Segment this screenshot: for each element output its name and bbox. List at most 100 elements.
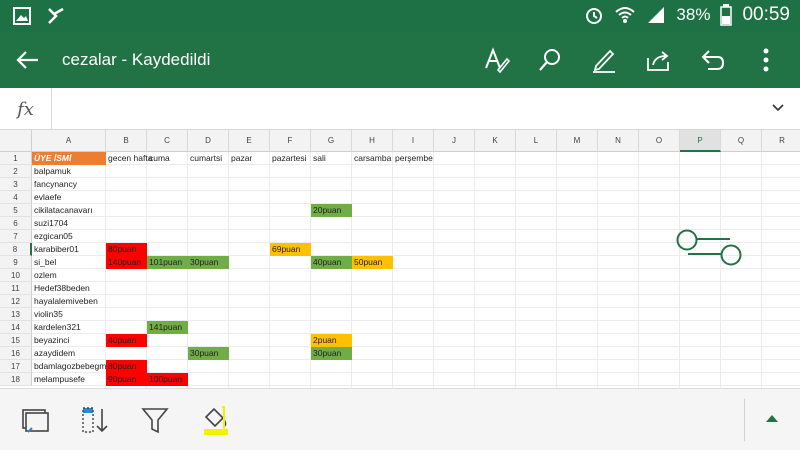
score-cell[interactable]: 40puan bbox=[106, 334, 147, 347]
expand-up-icon[interactable] bbox=[762, 411, 782, 425]
row-header-4[interactable]: 4 bbox=[0, 191, 32, 204]
score-cell[interactable]: 30puan bbox=[188, 347, 229, 360]
name-cell[interactable]: azaydidem bbox=[32, 347, 106, 360]
row-header-15[interactable]: 15 bbox=[0, 334, 32, 347]
score-cell[interactable]: 30puan bbox=[188, 256, 229, 269]
name-cell[interactable]: bdamlagozbebegm bbox=[32, 360, 106, 373]
row-header-9[interactable]: 9 bbox=[0, 256, 32, 269]
name-cell[interactable]: balpamuk bbox=[32, 165, 106, 178]
row-header-7[interactable]: 7 bbox=[0, 230, 32, 243]
column-header-j[interactable]: J bbox=[434, 130, 475, 152]
column-header-q[interactable]: Q bbox=[721, 130, 762, 152]
row-header-13[interactable]: 13 bbox=[0, 308, 32, 321]
column-header-i[interactable]: I bbox=[393, 130, 434, 152]
row-header-5[interactable]: 5 bbox=[0, 204, 32, 217]
score-cell[interactable]: 50puan bbox=[352, 256, 393, 269]
column-header-n[interactable]: N bbox=[598, 130, 639, 152]
header-cell-c[interactable]: cuma bbox=[147, 152, 188, 165]
sort-button[interactable] bbox=[78, 403, 112, 437]
score-cell[interactable]: 69puan bbox=[270, 243, 311, 256]
chevron-down-icon[interactable] bbox=[770, 100, 786, 116]
search-button[interactable] bbox=[534, 45, 566, 75]
name-cell[interactable]: hayalalemiveben bbox=[32, 295, 106, 308]
row-header-14[interactable]: 14 bbox=[0, 321, 32, 334]
more-button[interactable] bbox=[750, 45, 782, 75]
share-icon bbox=[647, 51, 669, 71]
name-cell[interactable]: si_bel bbox=[32, 256, 106, 269]
score-cell[interactable]: 80puan bbox=[106, 243, 147, 256]
header-cell-g[interactable]: sali bbox=[311, 152, 352, 165]
sheet-view-button[interactable] bbox=[18, 403, 52, 437]
name-cell[interactable]: kardelen321 bbox=[32, 321, 106, 334]
row-header-18[interactable]: 18 bbox=[0, 373, 32, 386]
column-header-g[interactable]: G bbox=[311, 130, 352, 152]
row-header-6[interactable]: 6 bbox=[0, 217, 32, 230]
name-cell[interactable]: cikilatacanavarı bbox=[32, 204, 106, 217]
column-header-r[interactable]: R bbox=[762, 130, 800, 152]
score-cell[interactable]: 2puan bbox=[311, 334, 352, 347]
header-cell-b[interactable]: gecen hafta bbox=[106, 152, 152, 165]
header-cell-f[interactable]: pazartesi bbox=[270, 152, 311, 165]
score-cell[interactable]: 100puan bbox=[147, 373, 188, 386]
name-cell[interactable]: evlaefe bbox=[32, 191, 106, 204]
column-header-k[interactable]: K bbox=[475, 130, 516, 152]
column-header-b[interactable]: B bbox=[106, 130, 147, 152]
back-arrow-icon[interactable] bbox=[14, 46, 42, 74]
column-header-h[interactable]: H bbox=[352, 130, 393, 152]
more-icon bbox=[763, 48, 769, 72]
name-cell[interactable]: melampusefe bbox=[32, 373, 106, 386]
name-cell[interactable]: Hedef38beden bbox=[32, 282, 106, 295]
formula-bar[interactable]: fx bbox=[0, 88, 800, 130]
gridline-vertical bbox=[515, 152, 516, 388]
row-header-16[interactable]: 16 bbox=[0, 347, 32, 360]
header-cell-h[interactable]: carsamba bbox=[352, 152, 393, 165]
name-cell[interactable]: ezgican05 bbox=[32, 230, 106, 243]
column-header-d[interactable]: D bbox=[188, 130, 229, 152]
row-header-3[interactable]: 3 bbox=[0, 178, 32, 191]
column-header-e[interactable]: E bbox=[229, 130, 270, 152]
row-header-12[interactable]: 12 bbox=[0, 295, 32, 308]
row-header-8[interactable]: 8 bbox=[0, 243, 32, 256]
column-header-p[interactable]: P bbox=[680, 130, 721, 152]
row-header-1[interactable]: 1 bbox=[0, 152, 32, 165]
score-cell[interactable]: 90puan bbox=[106, 373, 147, 386]
score-cell[interactable]: 140puan bbox=[106, 256, 147, 269]
name-cell[interactable]: violin35 bbox=[32, 308, 106, 321]
name-cell[interactable]: suzi1704 bbox=[32, 217, 106, 230]
column-header-m[interactable]: M bbox=[557, 130, 598, 152]
header-cell-d[interactable]: cumartsi bbox=[188, 152, 229, 165]
score-cell[interactable]: 20puan bbox=[311, 204, 352, 217]
text-format-button[interactable] bbox=[480, 45, 512, 75]
name-cell[interactable]: karabiber01 bbox=[32, 243, 106, 256]
share-button[interactable] bbox=[642, 45, 674, 75]
gridline-vertical bbox=[474, 152, 475, 388]
column-header-a[interactable]: A bbox=[32, 130, 106, 152]
draw-button[interactable] bbox=[588, 45, 620, 75]
fill-color-button[interactable] bbox=[198, 403, 232, 437]
score-cell[interactable]: 80puan bbox=[106, 360, 147, 373]
column-header-f[interactable]: F bbox=[270, 130, 311, 152]
score-cell[interactable]: 30puan bbox=[311, 347, 352, 360]
header-cell-a[interactable]: ÜYE İSMİ bbox=[32, 152, 106, 165]
undo-icon bbox=[701, 50, 725, 70]
undo-button[interactable] bbox=[696, 45, 728, 75]
score-cell[interactable]: 40puan bbox=[311, 256, 352, 269]
score-cell[interactable]: 101puan bbox=[147, 256, 188, 269]
header-cell-i[interactable]: perşembe bbox=[393, 152, 434, 165]
gridline-vertical bbox=[597, 152, 598, 388]
header-cell-e[interactable]: pazar bbox=[229, 152, 270, 165]
filter-button[interactable] bbox=[138, 403, 172, 437]
column-header-c[interactable]: C bbox=[147, 130, 188, 152]
name-cell[interactable]: ozlem bbox=[32, 269, 106, 282]
row-header-10[interactable]: 10 bbox=[0, 269, 32, 282]
gridline-horizontal bbox=[32, 216, 800, 217]
name-cell[interactable]: beyazinci bbox=[32, 334, 106, 347]
select-all-corner[interactable] bbox=[0, 130, 32, 152]
row-header-2[interactable]: 2 bbox=[0, 165, 32, 178]
score-cell[interactable]: 141puan bbox=[147, 321, 188, 334]
row-header-17[interactable]: 17 bbox=[0, 360, 32, 373]
column-header-o[interactable]: O bbox=[639, 130, 680, 152]
column-header-l[interactable]: L bbox=[516, 130, 557, 152]
name-cell[interactable]: fancynancy bbox=[32, 178, 106, 191]
row-header-11[interactable]: 11 bbox=[0, 282, 32, 295]
